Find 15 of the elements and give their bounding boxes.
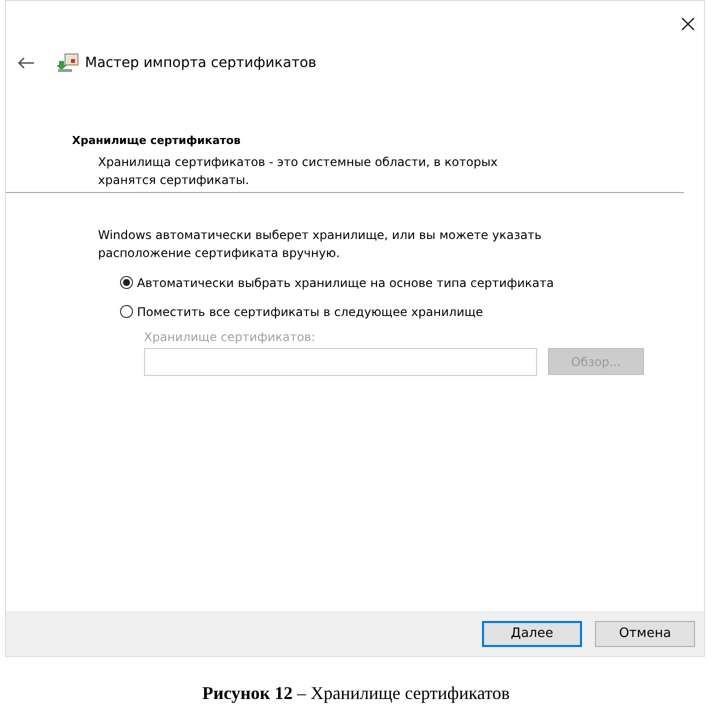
- back-arrow-icon[interactable]: [17, 57, 35, 69]
- store-label: Хранилище сертификатов:: [144, 330, 316, 344]
- window-title: Мастер импорта сертификатов: [85, 55, 316, 71]
- figure-caption: Рисунок 12 – Хранилище сертификатов: [201, 683, 511, 704]
- radio-button[interactable]: [120, 305, 133, 318]
- intro-text: Windows автоматически выберет хранилище, или вы можете указать расположение сертификата вручную.: [98, 227, 543, 262]
- section-description: Хранилища сертификатов - это системные области, в которых хранятся сертификаты.: [98, 154, 499, 189]
- dialog-button[interactable]: Далее: [482, 620, 582, 646]
- radio-button[interactable]: [120, 276, 133, 289]
- radio-option[interactable]: Автоматически выбрать хранилище на основе типа сертификата: [120, 268, 704, 297]
- section-heading: Хранилище сертификатов: [72, 134, 242, 147]
- dialog-button[interactable]: Отмена: [595, 620, 695, 646]
- close-icon[interactable]: [681, 17, 695, 31]
- certificate-import-icon: [57, 53, 79, 73]
- radio-option[interactable]: Поместить все сертификаты в следующее хранилище: [120, 297, 704, 326]
